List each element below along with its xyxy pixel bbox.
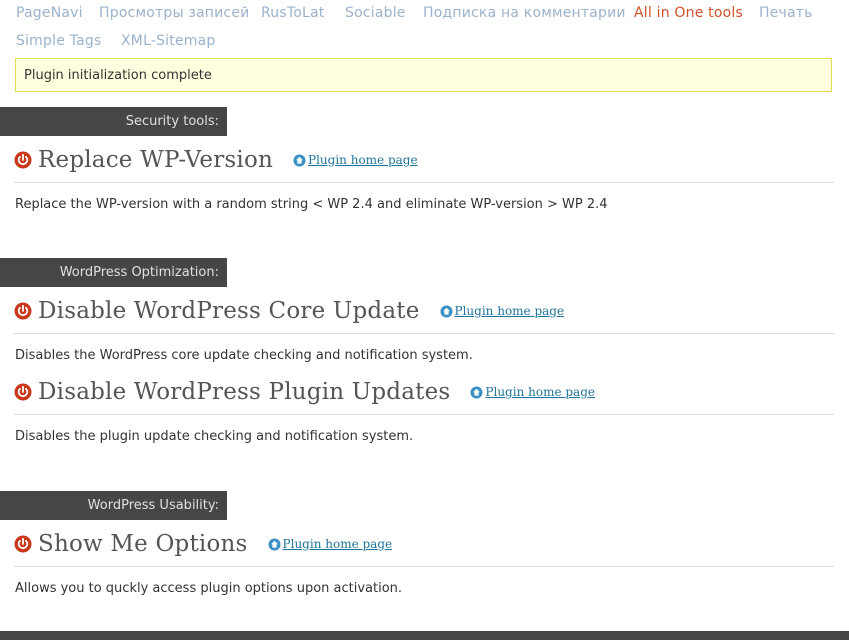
power-icon[interactable] bbox=[14, 535, 32, 553]
home-icon bbox=[470, 386, 483, 398]
divider bbox=[14, 414, 834, 415]
nav-pagenavi[interactable]: PageNavi bbox=[16, 5, 83, 21]
section-title: WordPress Optimization: bbox=[59, 265, 219, 280]
nav-print[interactable]: Печать bbox=[759, 5, 813, 21]
home-icon bbox=[268, 538, 281, 550]
section-title: WordPress Usability: bbox=[87, 498, 219, 513]
plugin-disable-plugin-updates: Disable WordPress Plugin Updates Plugin … bbox=[14, 377, 595, 407]
nav-rustolat[interactable]: RusToLat bbox=[261, 5, 324, 21]
section-header-security: Security tools: bbox=[0, 107, 227, 136]
plugin-home-link-label: Plugin home page bbox=[454, 304, 565, 318]
plugin-name: Disable WordPress Core Update bbox=[38, 298, 420, 324]
plugin-home-link-label: Plugin home page bbox=[282, 537, 393, 551]
plugin-description: Replace the WP-version with a random str… bbox=[15, 197, 608, 212]
plugin-replace-wp-version: Replace WP-Version Plugin home page bbox=[14, 145, 418, 175]
home-icon bbox=[440, 305, 453, 317]
nav-sociable[interactable]: Sociable bbox=[345, 5, 406, 21]
plugin-nav: PageNavi Просмотры записей RusToLat Soci… bbox=[0, 0, 849, 56]
plugin-home-link[interactable]: Plugin home page bbox=[293, 153, 418, 167]
plugin-description: Disables the WordPress core update check… bbox=[15, 348, 473, 363]
plugin-show-me-options: Show Me Options Plugin home page bbox=[14, 529, 392, 559]
plugin-disable-core-update: Disable WordPress Core Update Plugin hom… bbox=[14, 296, 564, 326]
nav-xml-sitemap[interactable]: XML-Sitemap bbox=[121, 33, 215, 49]
nav-comment-subscription[interactable]: Подписка на комментарии bbox=[423, 5, 626, 21]
notice-message: Plugin initialization complete bbox=[24, 68, 212, 83]
plugin-description: Allows you to quckly access plugin optio… bbox=[15, 581, 403, 596]
plugin-name: Replace WP-Version bbox=[38, 147, 274, 173]
divider bbox=[14, 566, 834, 567]
divider bbox=[14, 182, 834, 183]
nav-post-views[interactable]: Просмотры записей bbox=[99, 5, 249, 21]
plugin-home-link-label: Plugin home page bbox=[485, 385, 595, 399]
home-icon bbox=[293, 154, 306, 166]
section-header-optimization: WordPress Optimization: bbox=[0, 258, 227, 287]
plugin-name: Show Me Options bbox=[38, 531, 248, 557]
plugin-description: Disables the plugin update checking and … bbox=[15, 429, 414, 444]
divider bbox=[14, 333, 834, 334]
section-header-next bbox=[0, 631, 849, 640]
plugin-name: Disable WordPress Plugin Updates bbox=[38, 379, 451, 405]
section-title: Security tools: bbox=[125, 114, 219, 129]
plugin-home-link[interactable]: Plugin home page bbox=[470, 385, 595, 399]
nav-all-in-one-tools[interactable]: All in One tools bbox=[634, 5, 743, 21]
plugin-home-link[interactable]: Plugin home page bbox=[440, 304, 565, 318]
power-icon[interactable] bbox=[14, 302, 32, 320]
plugin-home-link[interactable]: Plugin home page bbox=[268, 537, 393, 551]
nav-simple-tags[interactable]: Simple Tags bbox=[16, 33, 101, 49]
plugin-home-link-label: Plugin home page bbox=[308, 153, 418, 167]
power-icon[interactable] bbox=[14, 151, 32, 169]
power-icon[interactable] bbox=[14, 383, 32, 401]
section-header-usability: WordPress Usability: bbox=[0, 491, 227, 520]
status-notice: Plugin initialization complete bbox=[15, 58, 832, 92]
